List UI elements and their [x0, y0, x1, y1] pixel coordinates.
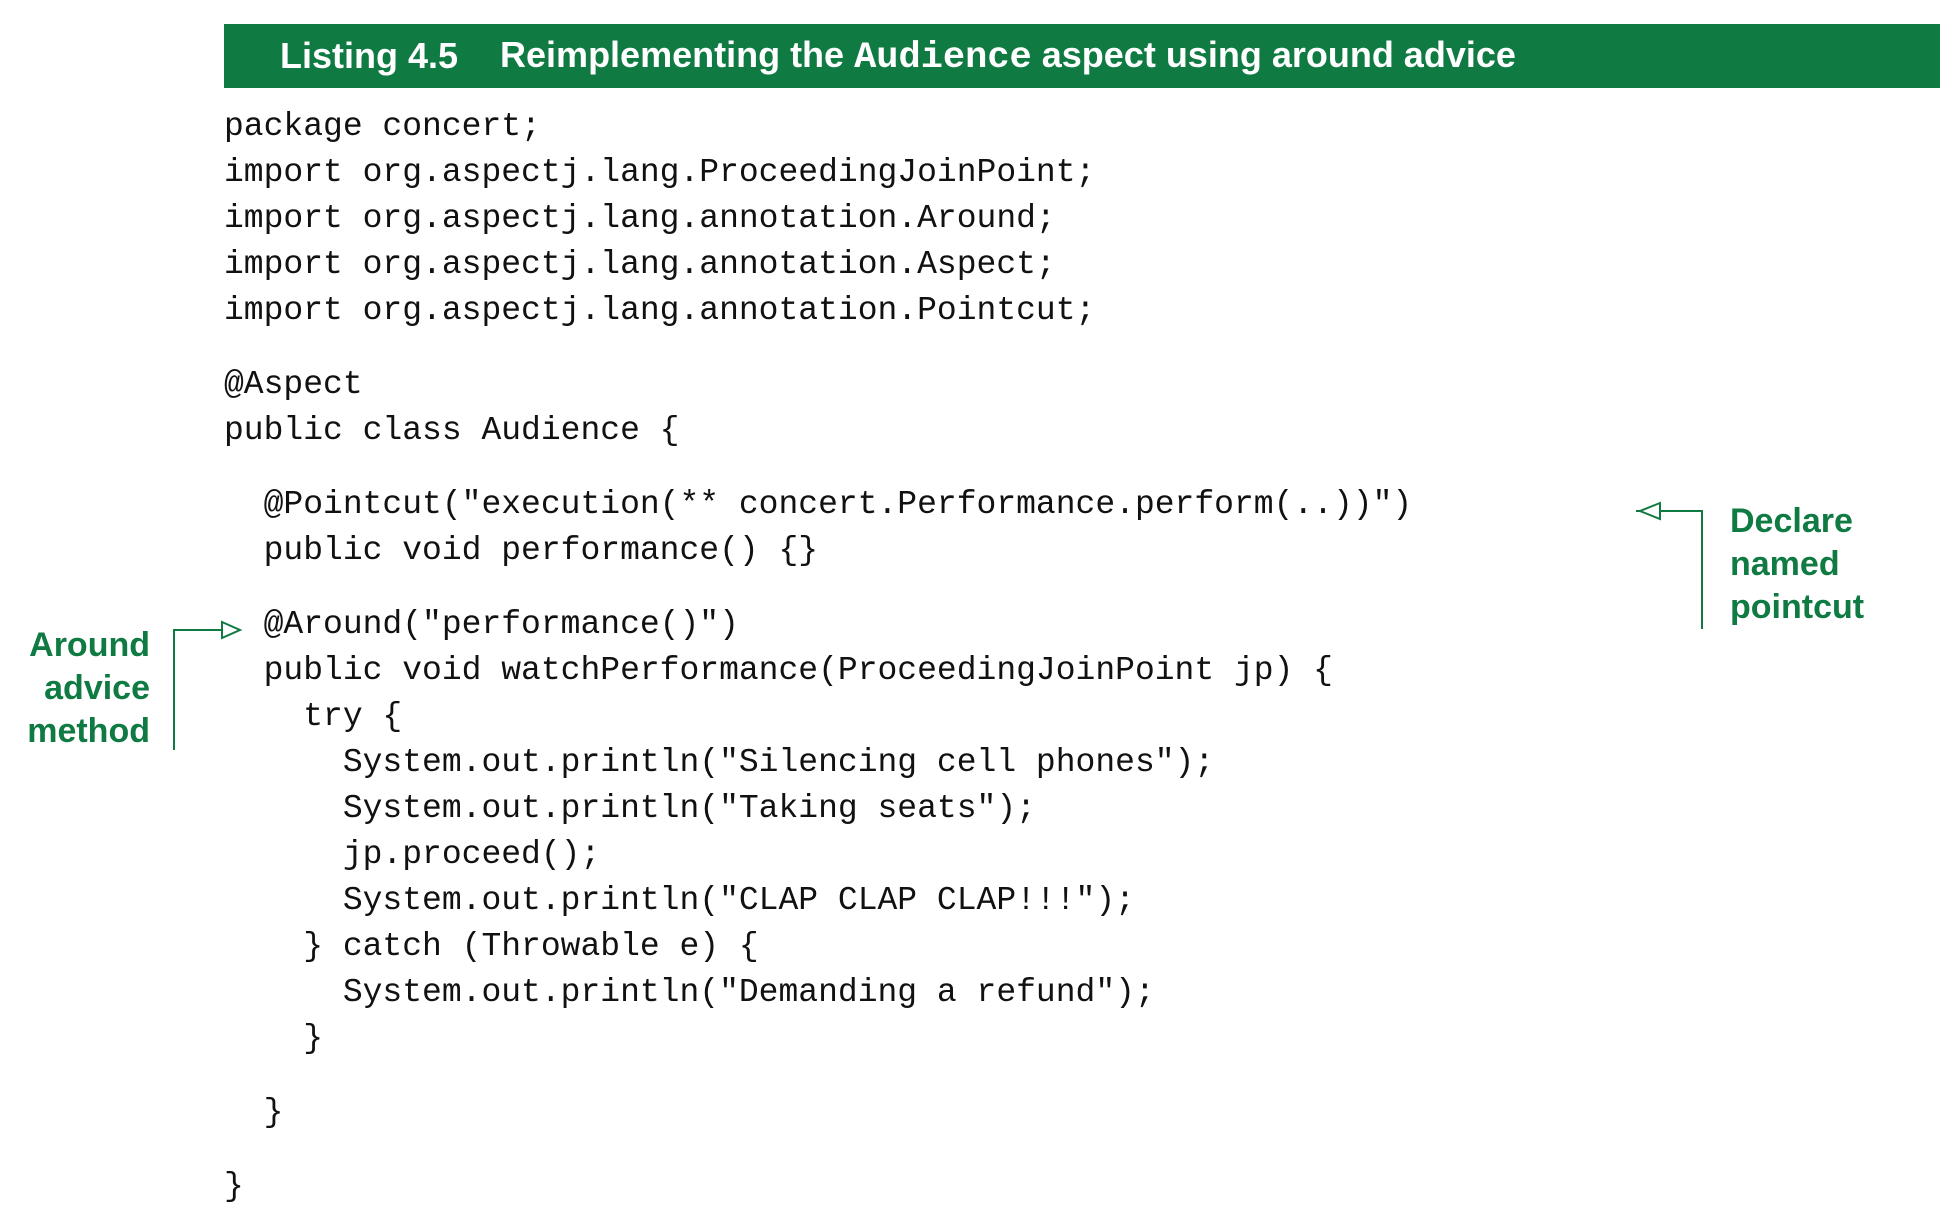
- listing-title-suffix: aspect using around advice: [1041, 33, 1516, 75]
- callout-line-around: [173, 629, 222, 750]
- code-line: }: [224, 1020, 324, 1057]
- listing-title-code: Audience: [854, 36, 1032, 79]
- code-gap: [224, 1136, 1412, 1164]
- listing-title-prefix: Reimplementing the: [500, 33, 845, 75]
- code-line: @Pointcut("execution(** concert.Performa…: [224, 486, 1413, 523]
- code-line: System.out.println("Silencing cell phone…: [224, 744, 1215, 781]
- code-line: }: [224, 1094, 284, 1131]
- annotation-line: advice: [44, 669, 150, 707]
- code-line: import org.aspectj.lang.annotation.Point…: [224, 292, 1096, 329]
- code-line: public void watchPerformance(ProceedingJ…: [224, 652, 1333, 689]
- code-gap: [224, 334, 1412, 362]
- code-line: @Aspect: [224, 366, 363, 403]
- annotation-line: pointcut: [1730, 588, 1865, 626]
- listing-title: Reimplementing the Audience aspect using…: [500, 34, 1516, 79]
- code-line: import org.aspectj.lang.annotation.Aspec…: [224, 246, 1056, 283]
- code-line: import org.aspectj.lang.annotation.Aroun…: [224, 200, 1056, 237]
- code-line: jp.proceed();: [224, 836, 601, 873]
- code-line: System.out.println("CLAP CLAP CLAP!!!");: [224, 882, 1135, 919]
- code-listing: package concert; import org.aspectj.lang.…: [224, 104, 1412, 1210]
- code-line: }: [224, 1168, 244, 1205]
- arrow-left-icon: [1637, 501, 1661, 521]
- code-line: try {: [224, 698, 403, 735]
- code-gap: [224, 574, 1412, 602]
- annotation-line: Around: [29, 626, 150, 664]
- code-line: System.out.println("Demanding a refund")…: [224, 974, 1155, 1011]
- code-line: import org.aspectj.lang.ProceedingJoinPo…: [224, 154, 1096, 191]
- code-line: System.out.println("Taking seats");: [224, 790, 1036, 827]
- annotation-line: named: [1730, 545, 1840, 583]
- annotation-around-advice: Around advice method: [0, 624, 150, 753]
- annotation-line: Declare: [1730, 502, 1853, 540]
- code-line: } catch (Throwable e) {: [224, 928, 759, 965]
- code-gap: [224, 454, 1412, 482]
- code-line: @Around("performance()"): [224, 606, 739, 643]
- code-line: public void performance() {}: [224, 532, 819, 569]
- code-line: public class Audience {: [224, 412, 680, 449]
- annotation-line: method: [27, 712, 150, 750]
- code-line: package concert;: [224, 108, 541, 145]
- listing-number: Listing 4.5: [280, 35, 459, 76]
- callout-line-pointcut: [1636, 510, 1703, 629]
- listing-header: Listing 4.5 Reimplementing the Audience …: [224, 24, 1940, 88]
- annotation-named-pointcut: Declare named pointcut: [1730, 500, 1864, 629]
- code-gap: [224, 1062, 1412, 1090]
